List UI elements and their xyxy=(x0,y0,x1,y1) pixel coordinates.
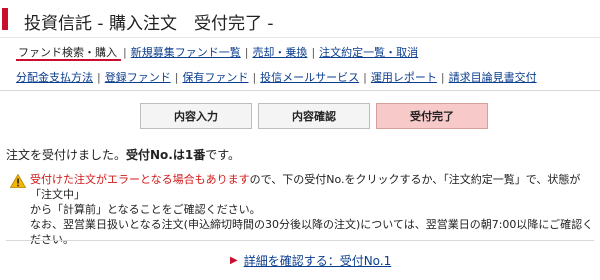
warning-icon xyxy=(10,174,26,188)
link-reports[interactable]: 運用レポート xyxy=(371,69,437,85)
triangle-right-icon: ▶ xyxy=(230,255,238,266)
message-prefix: 注文を受付けました。 xyxy=(6,148,127,162)
nav-separator: | xyxy=(311,45,316,59)
nav-separator: | xyxy=(252,70,257,84)
nav-separator: | xyxy=(97,70,101,84)
secondary-nav: 分配金支払方法 | 登録ファンド | 保有ファンド | 投信メールサービス | … xyxy=(16,68,537,86)
link-mail-service[interactable]: 投信メールサービス xyxy=(260,69,359,85)
nav-separator: | xyxy=(174,70,179,84)
tab-new-funds[interactable]: 新規募集ファンド一覧 xyxy=(131,44,241,60)
nav-divider xyxy=(0,90,600,91)
progress-steps: 内容入力 内容確認 受付完了 xyxy=(140,103,494,129)
bottom-divider xyxy=(6,240,594,241)
tab-fund-search[interactable]: ファンド検索・購入 xyxy=(16,44,119,60)
nav-separator: | xyxy=(244,45,249,59)
step-input: 内容入力 xyxy=(140,103,252,129)
link-prospectus[interactable]: 請求目論見書交付 xyxy=(449,69,537,85)
tab-order-list[interactable]: 注文約定一覧・取消 xyxy=(319,44,418,60)
warning-line2: から「計算前」となることをご確認ください。 xyxy=(30,203,261,216)
link-held-funds[interactable]: 保有ファンド xyxy=(182,69,248,85)
nav-separator: | xyxy=(123,45,127,59)
page-header: 投資信託 - 購入注文 受付完了 - xyxy=(0,0,600,38)
nav-separator: | xyxy=(363,70,367,84)
title-divider xyxy=(0,37,600,38)
warning-line3: なお、翌営業日扱いとなる注文(申込締切時間の30分後以降の注文)については、翌営… xyxy=(30,218,594,246)
title-accent-bar xyxy=(2,8,8,30)
nav-separator: | xyxy=(440,70,445,84)
link-distribution-payment[interactable]: 分配金支払方法 xyxy=(16,69,93,85)
warning-highlight: 受付けた注文がエラーとなる場合もあります xyxy=(30,173,250,186)
confirmation-message: 注文を受付けました。受付No.は1番です。 xyxy=(6,146,240,163)
warning-notice: 受付けた注文がエラーとなる場合もありますので、下の受付No.をクリックするか、「… xyxy=(6,172,596,247)
step-confirm: 内容確認 xyxy=(258,103,370,129)
detail-link-row: ▶ 詳細を確認する：受付No.1 xyxy=(230,252,391,269)
page-title: 投資信託 - 購入注文 受付完了 - xyxy=(24,14,274,34)
step-complete: 受付完了 xyxy=(376,103,488,129)
active-tab-underline xyxy=(16,59,121,61)
detail-link[interactable]: 詳細を確認する：受付No.1 xyxy=(244,252,392,269)
link-registered-funds[interactable]: 登録ファンド xyxy=(105,69,171,85)
message-suffix: です。 xyxy=(205,148,241,162)
tab-sell-switch[interactable]: 売却・乗換 xyxy=(252,44,307,60)
receipt-number: 受付No.は1番 xyxy=(126,148,206,162)
